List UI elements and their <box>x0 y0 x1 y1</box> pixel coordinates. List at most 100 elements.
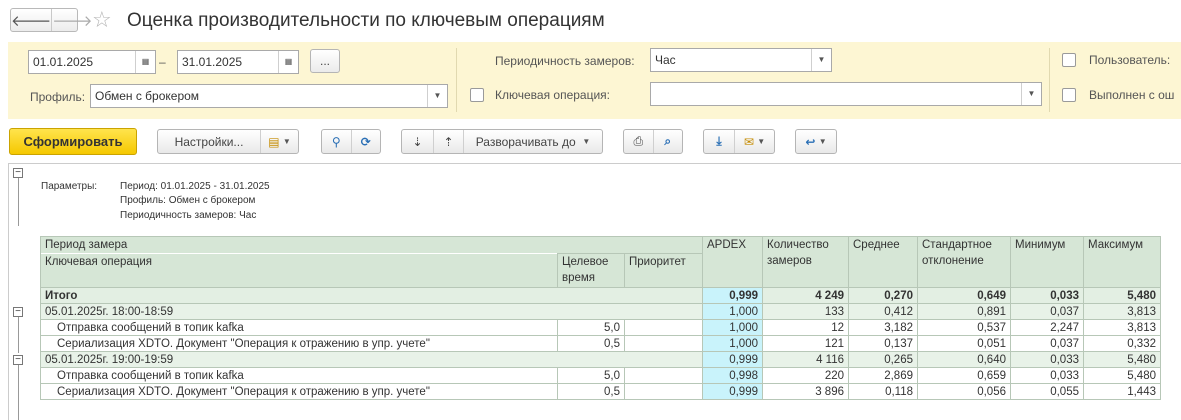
cell-min: 2,247 <box>1010 319 1084 336</box>
detail-row[interactable]: Сериализация XDTO. Документ "Операция к … <box>40 383 1161 400</box>
cell-stddev: 0,537 <box>917 319 1011 336</box>
generate-button[interactable]: Сформировать <box>9 128 137 155</box>
expand-to-label: Разворачивать до <box>475 134 576 149</box>
date-from-input[interactable]: 01.01.2025 ▦ <box>28 50 156 74</box>
chevron-down-icon[interactable]: ▼ <box>811 49 831 71</box>
cell-stddev: 0,056 <box>917 383 1011 400</box>
search-button[interactable]: ⚲ <box>322 130 351 153</box>
sort-desc-icon: ⇣ <box>412 134 423 149</box>
download-icon: ⤓ <box>716 134 722 148</box>
navigate-seg[interactable]: ↩ ▼ <box>796 130 836 153</box>
calendar-icon[interactable]: ▦ <box>278 51 298 73</box>
date-to-input[interactable]: 31.01.2025 ▦ <box>177 50 299 74</box>
col-header-period: Период замера <box>40 236 703 254</box>
cell-apdex: 0,999 <box>702 351 763 368</box>
report-table: Период замера APDEX Количество замеров С… <box>40 236 1161 400</box>
cell-count: 4 116 <box>762 351 849 368</box>
collapse-toggle[interactable]: − <box>13 307 23 317</box>
filter-panel: 01.01.2025 ▦ – 31.01.2025 ▦ ... Профиль:… <box>8 42 1181 119</box>
periodicity-value: Час <box>655 53 676 67</box>
row-label: Сериализация XDTO. Документ "Операция к … <box>40 335 558 352</box>
search-icon: ⚲ <box>331 134 341 149</box>
detail-row[interactable]: Сериализация XDTO. Документ "Операция к … <box>40 335 1161 352</box>
print-preview-button[interactable]: ⌕ <box>652 130 683 153</box>
sort-asc-icon: ⇡ <box>443 134 454 149</box>
cell-target: 0,5 <box>557 383 625 400</box>
nav-buttons: 🡐 🡒 <box>10 8 92 32</box>
chevron-down-icon: ▼ <box>818 137 827 146</box>
printer-icon: ⎙ <box>633 134 644 148</box>
collapse-toggle[interactable]: − <box>13 168 23 178</box>
cell-count: 4 249 <box>762 287 849 304</box>
group-line <box>18 317 19 353</box>
errors-checkbox[interactable] <box>1062 88 1076 102</box>
navigate-button[interactable]: ↩ ▼ <box>795 129 837 154</box>
group-line <box>18 178 19 226</box>
cell-max: 3,813 <box>1083 319 1161 336</box>
user-checkbox[interactable] <box>1062 53 1076 67</box>
key-operation-checkbox[interactable] <box>470 88 484 102</box>
calendar-icon[interactable]: ▦ <box>135 51 155 73</box>
profile-label: Профиль: <box>30 90 86 104</box>
date-from-value: 01.01.2025 <box>33 55 94 69</box>
row-label: Отправка сообщений в топик kafka <box>40 319 558 336</box>
cell-stddev: 0,649 <box>917 287 1011 304</box>
search-button-group: ⚲ ⟳ <box>321 129 381 154</box>
key-operation-select[interactable]: ▼ <box>650 82 1042 106</box>
col-header-target: Целевое время <box>557 253 625 288</box>
export-group: ⤓ ✉ ▼ <box>703 129 775 154</box>
total-row[interactable]: Итого 0,999 4 249 0,270 0,649 0,033 5,48… <box>40 287 1161 304</box>
return-arrow-icon: ↩ <box>805 134 816 149</box>
chevron-down-icon[interactable]: ▼ <box>427 85 447 107</box>
group-row[interactable]: 05.01.2025г. 18:00-18:59 1,000 133 0,412… <box>40 303 1161 320</box>
cell-min: 0,037 <box>1010 335 1084 352</box>
cell-priority <box>624 367 703 384</box>
detail-row[interactable]: Отправка сообщений в топик kafka 5,0 0,9… <box>40 367 1161 384</box>
page-title: Оценка производительности по ключевым оп… <box>127 10 605 31</box>
cell-avg: 0,118 <box>848 383 918 400</box>
date-to-value: 31.01.2025 <box>182 55 243 69</box>
cell-priority <box>624 319 703 336</box>
param-period: Период: 01.01.2025 - 31.01.2025 <box>120 181 270 192</box>
save-button[interactable]: ⤓ <box>704 130 734 153</box>
cell-stddev: 0,659 <box>917 367 1011 384</box>
chevron-down-icon: ▼ <box>757 137 766 146</box>
cell-count: 133 <box>762 303 849 320</box>
periodicity-select[interactable]: Час ▼ <box>650 48 832 72</box>
forward-arrow-icon[interactable]: 🡒 <box>51 9 92 31</box>
send-email-button[interactable]: ✉ ▼ <box>734 130 774 153</box>
cell-avg: 3,182 <box>848 319 918 336</box>
sort-asc-button[interactable]: ⇡ <box>433 130 463 153</box>
profile-value: Обмен с брокером <box>95 89 200 103</box>
row-label: 05.01.2025г. 19:00-19:59 <box>40 351 703 368</box>
favorite-star-icon[interactable]: ☆ <box>92 7 112 33</box>
back-arrow-icon[interactable]: 🡐 <box>11 9 51 31</box>
cell-apdex: 1,000 <box>702 303 763 320</box>
search-next-button[interactable]: ⟳ <box>350 130 381 153</box>
settings-button-group: Настройки... ▤ ▼ <box>157 129 299 154</box>
cell-target: 5,0 <box>557 367 625 384</box>
expand-to-button[interactable]: Разворачивать до ▼ <box>463 130 602 153</box>
cell-count: 220 <box>762 367 849 384</box>
key-operation-label: Ключевая операция: <box>495 88 611 102</box>
cell-max: 3,813 <box>1083 303 1161 320</box>
cell-min: 0,037 <box>1010 303 1084 320</box>
cell-max: 5,480 <box>1083 351 1161 368</box>
col-header-avg: Среднее <box>848 236 918 288</box>
cell-min: 0,033 <box>1010 367 1084 384</box>
print-button[interactable]: ⎙ <box>624 130 653 153</box>
collapse-toggle[interactable]: − <box>13 355 23 365</box>
chevron-down-icon[interactable]: ▼ <box>1021 83 1041 105</box>
settings-button[interactable]: Настройки... <box>158 130 260 153</box>
col-header-max: Максимум <box>1083 236 1161 288</box>
variants-button[interactable]: ▤ ▼ <box>260 130 298 153</box>
profile-select[interactable]: Обмен с брокером ▼ <box>90 84 448 108</box>
cell-max: 5,480 <box>1083 287 1161 304</box>
print-preview-icon: ⌕ <box>664 134 672 148</box>
detail-row[interactable]: Отправка сообщений в топик kafka 5,0 1,0… <box>40 319 1161 336</box>
period-select-button[interactable]: ... <box>310 49 340 73</box>
sort-desc-button[interactable]: ⇣ <box>402 130 433 153</box>
cell-avg: 0,270 <box>848 287 918 304</box>
cell-stddev: 0,640 <box>917 351 1011 368</box>
group-row[interactable]: 05.01.2025г. 19:00-19:59 0,999 4 116 0,2… <box>40 351 1161 368</box>
